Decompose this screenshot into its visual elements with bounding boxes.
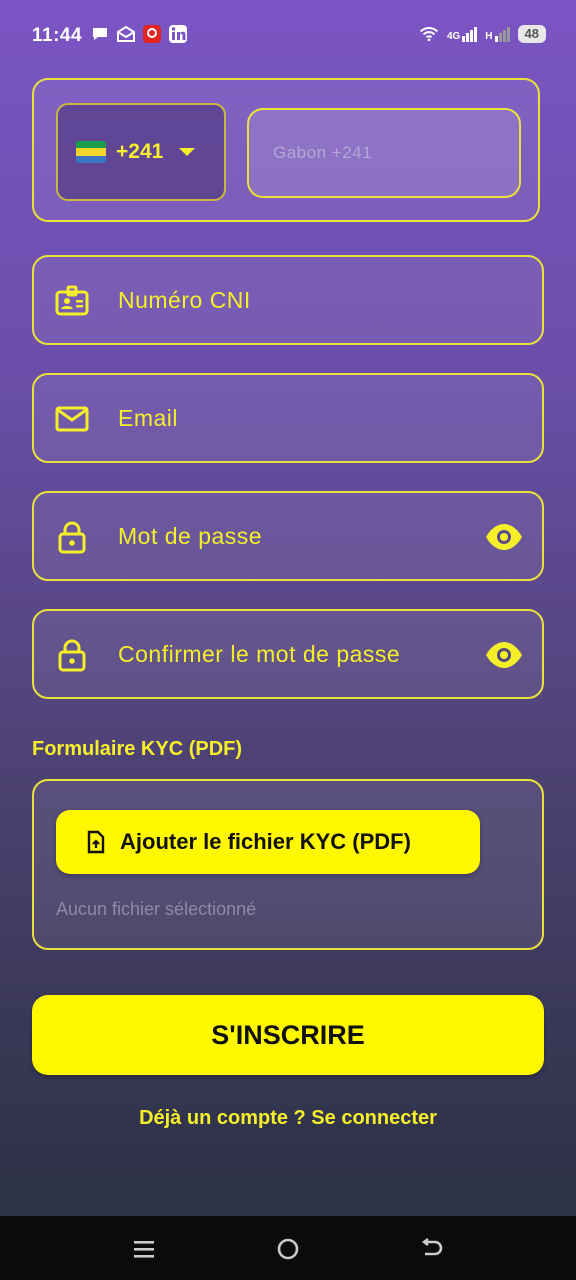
file-upload-icon <box>87 830 105 854</box>
signal-4g: 4G <box>447 26 478 42</box>
signal-h: H <box>485 26 510 42</box>
linkedin-icon <box>169 25 187 43</box>
chevron-down-icon <box>179 148 196 156</box>
kyc-upload-card: Ajouter le fichier KYC (PDF) Aucun fichi… <box>32 779 544 950</box>
login-link[interactable]: Déjà un compte ? Se connecter <box>0 1107 576 1130</box>
add-kyc-file-button[interactable]: Ajouter le fichier KYC (PDF) <box>56 810 480 874</box>
signup-button[interactable]: S'INSCRIRE <box>32 995 544 1075</box>
cni-label: Numéro CNI <box>118 287 251 313</box>
password-field[interactable]: Mot de passe <box>32 491 544 581</box>
battery-indicator: 48 <box>517 25 546 43</box>
signal-bars-weak-icon <box>494 27 510 42</box>
signup-button-label: S'INSCRIRE <box>211 1019 365 1050</box>
mail-icon <box>55 406 89 432</box>
home-icon[interactable] <box>275 1236 301 1262</box>
chat-bubble-icon <box>93 28 107 40</box>
kyc-section-title: Formulaire KYC (PDF) <box>32 738 243 760</box>
status-bar: 11:44 4G H 48 <box>0 0 576 72</box>
lock-icon <box>58 639 86 672</box>
wifi-icon <box>419 27 439 42</box>
gabon-flag-icon <box>76 141 106 163</box>
email-field[interactable]: Email <box>32 373 544 463</box>
password-label: Mot de passe <box>118 523 263 549</box>
email-label: Email <box>118 405 179 431</box>
kyc-file-status: Aucun fichier sélectionné <box>56 899 257 919</box>
signal-bars-icon <box>462 27 478 42</box>
system-icons: 4G H 48 <box>419 24 546 44</box>
system-nav-bar <box>0 1216 576 1280</box>
recent-apps-icon[interactable] <box>131 1236 157 1262</box>
phone-number-card: +241 Gabon +241 <box>32 78 540 222</box>
confirm-password-field[interactable]: Confirmer le mot de passe <box>32 609 544 699</box>
lock-icon <box>58 521 86 554</box>
cni-field[interactable]: Numéro CNI <box>32 255 544 345</box>
phone-placeholder: Gabon +241 <box>273 143 373 162</box>
mail-open-icon <box>117 25 135 42</box>
clock: 11:44 <box>32 25 83 46</box>
phone-number-input[interactable]: Gabon +241 <box>247 108 521 198</box>
add-kyc-file-label: Ajouter le fichier KYC (PDF) <box>120 829 411 854</box>
country-code-dropdown[interactable]: +241 <box>56 103 226 201</box>
confirm-password-label: Confirmer le mot de passe <box>118 641 401 667</box>
eye-icon[interactable] <box>484 635 524 675</box>
country-code: +241 <box>116 140 164 163</box>
eye-icon[interactable] <box>484 517 524 557</box>
id-card-icon <box>55 285 89 316</box>
back-icon[interactable] <box>419 1236 445 1262</box>
airtel-app-icon <box>143 25 161 43</box>
notification-icons <box>90 24 188 44</box>
